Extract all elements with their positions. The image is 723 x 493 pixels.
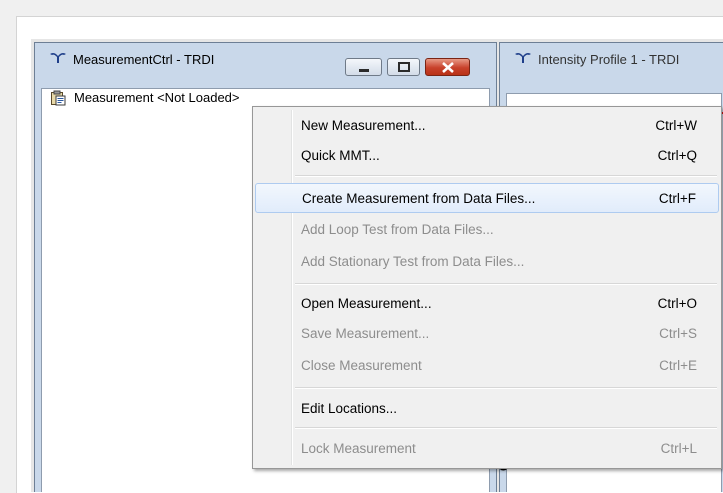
menu-item-shortcut: Ctrl+Q	[657, 148, 697, 163]
menu-item-shortcut: Ctrl+E	[659, 358, 697, 373]
menu-item-add-loop-test[interactable]: Add Loop Test from Data Files...	[255, 215, 719, 245]
menu-item-close-measurement[interactable]: Close Measurement Ctrl+E	[255, 351, 719, 381]
minimize-icon	[359, 69, 369, 72]
title-bar[interactable]: Intensity Profile 1 - TRDI	[500, 43, 723, 73]
maximize-button[interactable]	[387, 58, 420, 76]
menu-item-quick-mmt[interactable]: Quick MMT... Ctrl+Q	[255, 141, 719, 171]
menu-item-label: Add Loop Test from Data Files...	[301, 222, 494, 237]
menu-separator	[295, 175, 717, 177]
menu-item-label: Save Measurement...	[301, 326, 430, 341]
teledyne-logo-icon	[515, 53, 531, 63]
title-bar[interactable]: MeasurementCtrl - TRDI	[35, 43, 496, 76]
menu-item-edit-locations[interactable]: Edit Locations...	[255, 394, 719, 424]
menu-separator	[295, 387, 717, 389]
menu-item-label: New Measurement...	[301, 118, 426, 133]
context-menu: New Measurement... Ctrl+W Quick MMT... C…	[252, 106, 722, 469]
measurement-clipboard-icon	[51, 90, 66, 106]
window-title: Intensity Profile 1 - TRDI	[538, 52, 680, 67]
menu-item-shortcut: Ctrl+W	[655, 118, 697, 133]
menu-item-label: Lock Measurement	[301, 441, 416, 456]
menu-item-lock-measurement[interactable]: Lock Measurement Ctrl+L	[255, 434, 719, 464]
menu-item-shortcut: Ctrl+L	[660, 441, 697, 456]
window-title: MeasurementCtrl - TRDI	[73, 52, 215, 67]
menu-item-shortcut: Ctrl+F	[658, 191, 696, 206]
menu-item-add-stationary-test[interactable]: Add Stationary Test from Data Files...	[255, 247, 719, 277]
menu-item-label: Open Measurement...	[301, 296, 432, 311]
menu-item-create-measurement-from-data-files[interactable]: Create Measurement from Data Files... Ct…	[255, 183, 719, 213]
menu-item-open-measurement[interactable]: Open Measurement... Ctrl+O	[255, 289, 719, 319]
menu-item-label: Add Stationary Test from Data Files...	[301, 254, 525, 269]
menu-item-new-measurement[interactable]: New Measurement... Ctrl+W	[255, 111, 719, 141]
minimize-button[interactable]	[345, 58, 382, 76]
menu-item-label: Quick MMT...	[301, 148, 380, 163]
menu-item-label: Close Measurement	[301, 358, 422, 373]
teledyne-logo-icon	[50, 53, 66, 63]
menu-separator	[295, 283, 717, 285]
menu-item-label: Edit Locations...	[301, 401, 398, 416]
tree-item-label: Measurement <Not Loaded>	[74, 90, 240, 105]
close-icon	[442, 62, 454, 73]
maximize-icon	[398, 62, 410, 72]
menu-item-label: Create Measurement from Data Files...	[302, 191, 536, 206]
menu-item-shortcut: Ctrl+S	[659, 326, 697, 341]
menu-item-save-measurement[interactable]: Save Measurement... Ctrl+S	[255, 319, 719, 349]
menu-item-shortcut: Ctrl+O	[657, 296, 697, 311]
close-button[interactable]	[425, 58, 470, 76]
menu-separator	[295, 427, 717, 429]
